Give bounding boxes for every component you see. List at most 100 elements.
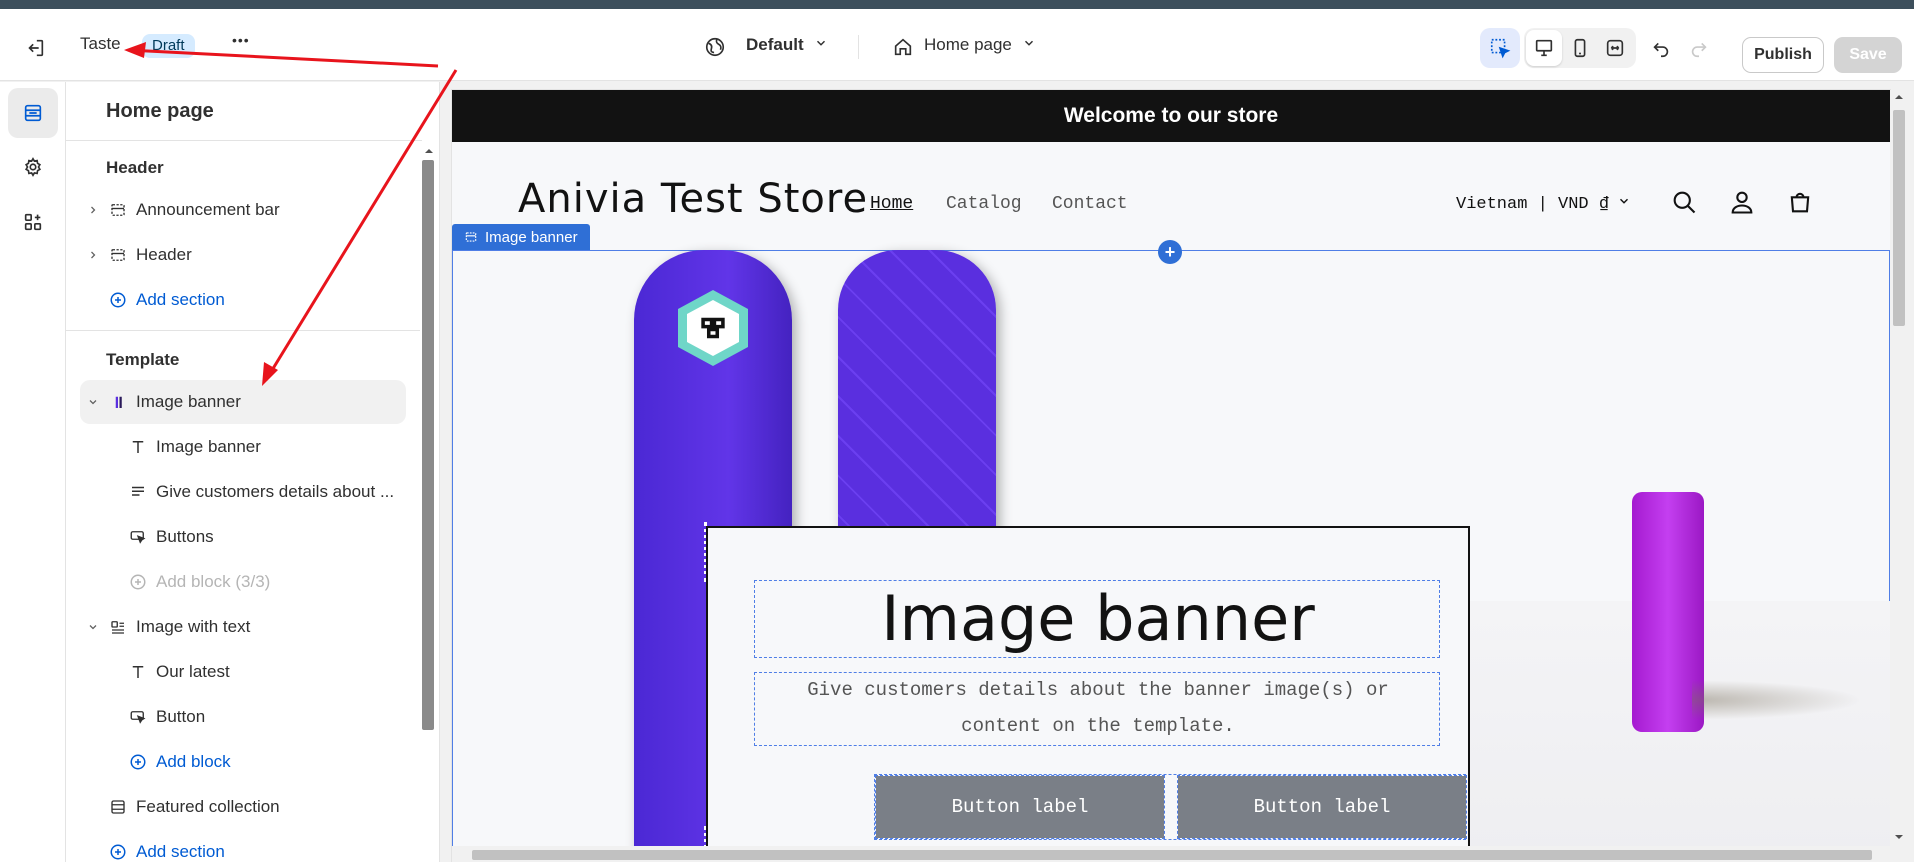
left-rail bbox=[0, 82, 66, 862]
divider bbox=[66, 140, 422, 141]
block-label: Button bbox=[156, 707, 206, 726]
theme-name: Taste bbox=[80, 34, 121, 53]
chevron-down-icon[interactable] bbox=[86, 395, 100, 409]
block-label: Image banner bbox=[156, 437, 261, 456]
announcement-bar[interactable]: Welcome to our store bbox=[452, 90, 1890, 142]
text-type-icon bbox=[128, 437, 148, 457]
select-cursor-icon bbox=[1488, 36, 1512, 60]
status-badge: Draft bbox=[142, 34, 195, 58]
add-section-plus-button[interactable]: + bbox=[1158, 240, 1182, 264]
block-label: Our latest bbox=[156, 662, 230, 681]
locale-selector[interactable]: Vietnam | VND ₫ bbox=[1456, 194, 1631, 214]
undo-icon[interactable] bbox=[1650, 37, 1672, 59]
add-block-label: Add block (3/3) bbox=[156, 572, 271, 591]
add-section-label: Add section bbox=[136, 290, 225, 309]
section-label: Header bbox=[136, 245, 192, 264]
block-label: Buttons bbox=[156, 527, 214, 546]
nav-catalog-link[interactable]: Catalog bbox=[946, 194, 1022, 214]
block-label: Give customers details about ... bbox=[156, 482, 395, 501]
scroll-up-icon[interactable] bbox=[1894, 92, 1904, 102]
full-width-icon[interactable] bbox=[1604, 37, 1626, 59]
chevron-right-icon[interactable] bbox=[86, 203, 100, 217]
preview-hscrollbar-thumb[interactable] bbox=[472, 850, 1872, 860]
block-text[interactable]: Give customers details about ... bbox=[66, 470, 406, 514]
panel-scrollbar-thumb[interactable] bbox=[422, 160, 434, 730]
chevron-right-icon[interactable] bbox=[86, 248, 100, 262]
locale-label: Vietnam | VND ₫ bbox=[1456, 194, 1610, 214]
text-type-icon bbox=[128, 662, 148, 682]
block-buttons[interactable]: Buttons bbox=[66, 515, 406, 559]
banner-button-2[interactable]: Button label bbox=[1177, 775, 1467, 839]
view-select-label: Default bbox=[746, 35, 804, 54]
add-section-header-button[interactable]: Add section bbox=[66, 278, 406, 322]
section-tag-label: Image banner bbox=[485, 228, 578, 246]
store-logo-text[interactable]: Anivia Test Store bbox=[518, 176, 868, 222]
block-heading[interactable]: Image banner bbox=[66, 425, 406, 469]
button-cursor-icon bbox=[128, 707, 148, 727]
plus-circle-icon bbox=[108, 290, 128, 310]
globe-icon bbox=[702, 34, 728, 60]
banner-heading[interactable]: Image banner bbox=[756, 580, 1440, 656]
desktop-icon bbox=[1533, 37, 1555, 59]
banner-content-box[interactable]: Image banner Give customers details abou… bbox=[706, 526, 1470, 862]
redo-icon[interactable] bbox=[1688, 37, 1710, 59]
banner-button-1[interactable]: Button label bbox=[875, 775, 1165, 839]
block-button[interactable]: Button bbox=[66, 695, 406, 739]
save-button[interactable]: Save bbox=[1834, 37, 1902, 73]
add-block-button[interactable]: Add block bbox=[66, 740, 406, 784]
add-section-template-button[interactable]: Add section bbox=[66, 830, 406, 862]
collection-icon bbox=[108, 797, 128, 817]
plus-circle-icon bbox=[108, 842, 128, 862]
plus-circle-icon bbox=[128, 752, 148, 772]
page-select[interactable]: Home page bbox=[924, 35, 1036, 55]
section-label: Featured collection bbox=[136, 797, 280, 816]
top-strip bbox=[0, 0, 1914, 9]
cart-icon[interactable] bbox=[1784, 186, 1816, 218]
scroll-up-icon[interactable] bbox=[424, 146, 434, 156]
section-tag[interactable]: Image banner bbox=[452, 224, 590, 250]
section-image-with-text[interactable]: Image with text bbox=[66, 605, 406, 649]
section-image-banner[interactable]: Image banner bbox=[80, 380, 406, 424]
apps-icon[interactable] bbox=[20, 209, 46, 235]
store-preview: Welcome to our store Anivia Test Store H… bbox=[452, 90, 1890, 862]
exit-icon[interactable] bbox=[20, 33, 50, 63]
preview-scrollbar-thumb[interactable] bbox=[1893, 110, 1905, 326]
store-header[interactable]: Anivia Test Store Home Catalog Contact V… bbox=[452, 142, 1890, 252]
section-layout-icon bbox=[465, 232, 477, 242]
panel-title: Home page bbox=[106, 100, 214, 122]
section-announcement-bar[interactable]: Announcement bar bbox=[66, 188, 406, 232]
plus-circle-icon bbox=[128, 572, 148, 592]
group-header-title: Header bbox=[106, 158, 164, 177]
section-label: Announcement bar bbox=[136, 200, 280, 219]
more-actions-button[interactable]: ••• bbox=[232, 32, 250, 48]
section-layout-icon bbox=[108, 200, 128, 220]
group-template-title: Template bbox=[106, 350, 180, 369]
view-select[interactable]: Default bbox=[746, 35, 828, 55]
section-header[interactable]: Header bbox=[66, 233, 406, 277]
section-featured-collection[interactable]: Featured collection bbox=[66, 785, 406, 829]
nav-contact-link[interactable]: Contact bbox=[1052, 194, 1128, 214]
image-banner-icon bbox=[108, 392, 128, 412]
publish-button[interactable]: Publish bbox=[1742, 37, 1824, 73]
button-cursor-icon bbox=[128, 527, 148, 547]
section-label: Image with text bbox=[136, 617, 251, 636]
wax-shadow bbox=[1692, 680, 1862, 720]
banner-text[interactable]: Give customers details about the banner … bbox=[756, 672, 1440, 744]
image-with-text-icon bbox=[108, 617, 128, 637]
chevron-down-icon bbox=[814, 35, 828, 55]
settings-gear-icon[interactable] bbox=[20, 154, 46, 180]
chevron-down-icon bbox=[1022, 35, 1036, 55]
nav-home-link[interactable]: Home bbox=[870, 194, 913, 214]
add-block-disabled-button[interactable]: Add block (3/3) bbox=[66, 560, 406, 604]
section-label: Image banner bbox=[136, 392, 241, 411]
chevron-down-icon[interactable] bbox=[86, 620, 100, 634]
account-icon[interactable] bbox=[1726, 186, 1758, 218]
page-select-label: Home page bbox=[924, 35, 1012, 54]
sections-icon bbox=[20, 100, 46, 126]
block-our-latest[interactable]: Our latest bbox=[66, 650, 406, 694]
search-icon[interactable] bbox=[1668, 186, 1700, 218]
scroll-down-icon[interactable] bbox=[1894, 832, 1904, 842]
home-icon bbox=[890, 34, 916, 60]
mobile-view-icon[interactable] bbox=[1569, 37, 1591, 59]
add-block-label: Add block bbox=[156, 752, 231, 771]
